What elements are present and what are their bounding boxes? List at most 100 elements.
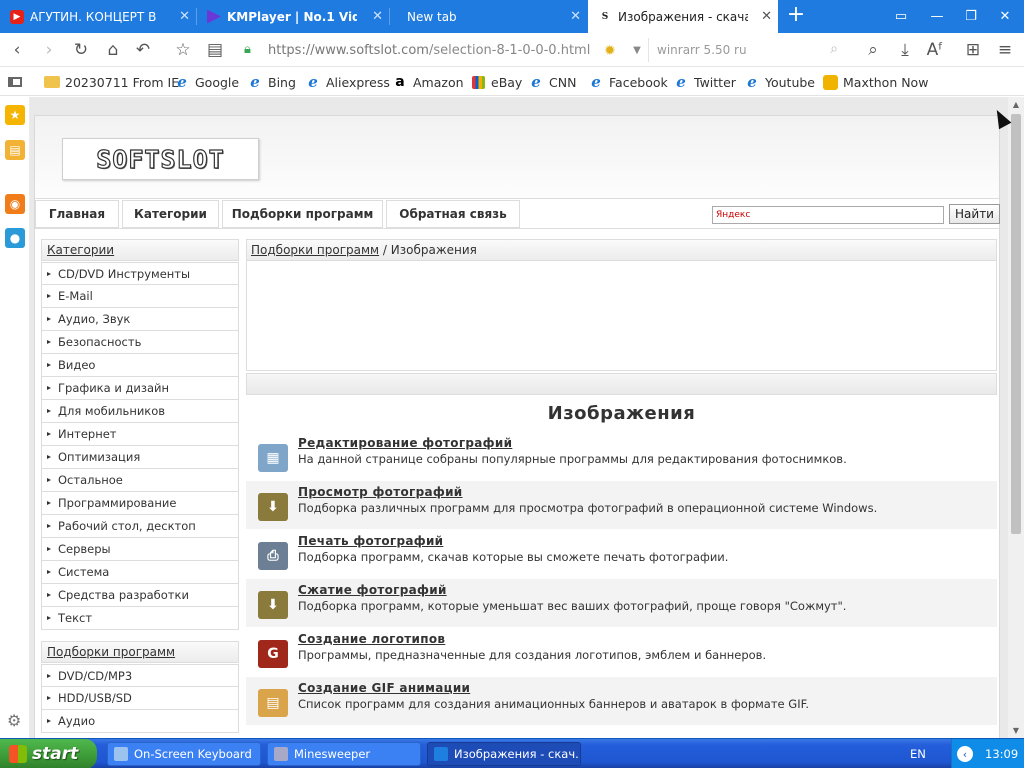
category-item[interactable]: Оптимизация <box>41 446 239 469</box>
system-tray: ‹ 13:09 <box>951 739 1024 768</box>
bookmark-aliexpress[interactable]: e Aliexpress <box>305 73 390 91</box>
vertical-scrollbar[interactable]: ▲ ▼ <box>1008 97 1024 738</box>
selection-item[interactable]: Аудио <box>41 710 239 733</box>
bookmark-amazon[interactable]: a Amazon <box>392 73 463 91</box>
category-item[interactable]: Безопасность <box>41 331 239 354</box>
bookmark-cnn[interactable]: e CNN <box>528 73 576 91</box>
reader-icon[interactable]: ▤ <box>204 39 226 61</box>
bee-icon[interactable]: ✹ <box>604 43 622 59</box>
search-button[interactable]: Найти <box>949 204 1000 224</box>
bookmark-google[interactable]: e Google <box>174 73 239 91</box>
item-title-link[interactable]: Редактирование фотографий <box>298 436 512 450</box>
notes-icon[interactable]: ▤ <box>5 140 25 160</box>
selection-item[interactable]: HDD/USB/SD <box>41 687 239 710</box>
selection-item[interactable]: DVD/CD/MP3 <box>41 664 239 687</box>
sidebar-toggle-icon[interactable] <box>8 77 22 87</box>
task-label: On-Screen Keyboard <box>134 747 252 761</box>
category-item[interactable]: Средства разработки <box>41 584 239 607</box>
item-title-link[interactable]: Создание GIF анимации <box>298 681 470 695</box>
close-icon[interactable]: ✕ <box>570 9 581 24</box>
tab-kmplayer[interactable]: KMPlayer | No.1 Video play ✕ <box>197 0 389 33</box>
ie-icon: e <box>591 73 601 91</box>
close-window-button[interactable]: ✕ <box>988 0 1022 33</box>
tab-new[interactable]: New tab ✕ <box>397 0 587 33</box>
category-item[interactable]: Аудио, Звук <box>41 308 239 331</box>
start-button[interactable]: start <box>0 739 97 768</box>
category-item[interactable]: Текст <box>41 607 239 630</box>
search-input[interactable]: winrarr 5.50 ru ⌕ <box>648 38 844 62</box>
forward-icon[interactable]: › <box>38 39 60 61</box>
task-on-screen-keyboard[interactable]: On-Screen Keyboard <box>107 742 261 766</box>
category-item[interactable]: Интернет <box>41 423 239 446</box>
sidebar-panel-icon[interactable]: ▭ <box>884 0 918 33</box>
category-item[interactable]: Рабочий стол, десктоп <box>41 515 239 538</box>
back-icon[interactable]: ‹ <box>6 39 28 61</box>
bookmark-maxthon[interactable]: Maxthon Now <box>822 73 928 91</box>
language-indicator[interactable]: EN <box>910 747 926 761</box>
download-icon[interactable]: ⤓ <box>894 39 916 61</box>
close-icon[interactable]: ✕ <box>761 9 772 24</box>
menu-selections[interactable]: Подборки программ <box>222 200 383 228</box>
minimize-button[interactable]: — <box>920 0 954 33</box>
scroll-up-icon[interactable]: ▲ <box>1011 100 1021 109</box>
undo-icon[interactable]: ↶ <box>132 39 154 61</box>
rss-icon[interactable]: ◉ <box>5 194 25 214</box>
category-item[interactable]: Остальное <box>41 469 239 492</box>
favorites-icon[interactable]: ★ <box>5 105 25 125</box>
bookmark-facebook[interactable]: e Facebook <box>588 73 668 91</box>
translate-icon[interactable]: Aᶠ <box>924 39 946 61</box>
new-tab-button[interactable]: + <box>784 4 808 28</box>
chevron-down-icon[interactable]: ▼ <box>626 39 648 61</box>
site-logo[interactable]: SOFTSLOT <box>62 138 259 180</box>
bookmark-ebay[interactable]: eBay <box>470 73 522 91</box>
task-minesweeper[interactable]: Minesweeper <box>267 742 421 766</box>
categories-title[interactable]: Категории <box>41 239 239 261</box>
breadcrumb-link[interactable]: Подборки программ <box>251 243 379 257</box>
menu-feedback[interactable]: Обратная связь <box>386 200 520 228</box>
gear-icon[interactable]: ⚙ <box>7 711 21 730</box>
scroll-thumb[interactable] <box>1011 114 1021 534</box>
extensions-icon[interactable]: ⊞ <box>962 39 984 61</box>
tab-softslot[interactable]: S Изображения - скачать п ✕ <box>588 0 778 33</box>
category-item[interactable]: E-Mail <box>41 285 239 308</box>
item-title-link[interactable]: Просмотр фотографий <box>298 485 463 499</box>
selections-title[interactable]: Подборки программ <box>41 641 239 663</box>
tab-agutin[interactable]: ▶ АГУТИН. КОНЦЕРТ В ✕ <box>0 0 196 33</box>
item-title-link[interactable]: Печать фотографий <box>298 534 443 548</box>
list-item: ⬇ Просмотр фотографий Подборка различных п… <box>246 480 997 529</box>
page-title: Изображения <box>547 402 696 424</box>
chat-icon[interactable]: ● <box>5 228 25 248</box>
bullet-icon <box>47 455 51 459</box>
account-icon[interactable]: ⌕ <box>862 39 884 61</box>
item-title-link[interactable]: Сжатие фотографий <box>298 583 447 597</box>
menu-categories[interactable]: Категории <box>122 200 219 228</box>
category-item[interactable]: Для мобильников <box>41 400 239 423</box>
breadcrumb: Подборки программ / Изображения <box>246 239 997 261</box>
close-icon[interactable]: ✕ <box>179 9 190 24</box>
bookmark-bing[interactable]: e Bing <box>247 73 296 91</box>
scroll-down-icon[interactable]: ▼ <box>1011 726 1021 735</box>
bookmark-folder[interactable]: 20230711 From IE <box>44 73 179 91</box>
reload-icon[interactable]: ↻ <box>70 39 92 61</box>
category-item[interactable]: Программирование <box>41 492 239 515</box>
search-icon[interactable]: ⌕ <box>830 41 838 57</box>
category-item[interactable]: Серверы <box>41 538 239 561</box>
task-browser[interactable]: Изображения - скач... <box>427 742 581 766</box>
bookmark-youtube[interactable]: e Youtube <box>744 73 815 91</box>
category-item[interactable]: Графика и дизайн <box>41 377 239 400</box>
category-label: Для мобильников <box>58 404 166 418</box>
bookmark-twitter[interactable]: e Twitter <box>673 73 736 91</box>
category-item[interactable]: CD/DVD Инструменты <box>41 262 239 285</box>
star-icon[interactable]: ☆ <box>172 39 194 61</box>
yandex-search-input[interactable]: Яндекс <box>712 206 944 224</box>
category-item[interactable]: Система <box>41 561 239 584</box>
restore-button[interactable]: ❐ <box>954 0 988 33</box>
menu-home[interactable]: Главная <box>35 200 119 228</box>
category-item[interactable]: Видео <box>41 354 239 377</box>
item-title-link[interactable]: Создание логотипов <box>298 632 445 646</box>
home-icon[interactable]: ⌂ <box>102 39 124 61</box>
menu-icon[interactable]: ≡ <box>994 39 1016 61</box>
tray-expand-icon[interactable]: ‹ <box>957 746 973 762</box>
address-bar[interactable]: 🔒︎ https://www.softslot.com /selection-8… <box>244 38 640 62</box>
close-icon[interactable]: ✕ <box>372 9 383 24</box>
